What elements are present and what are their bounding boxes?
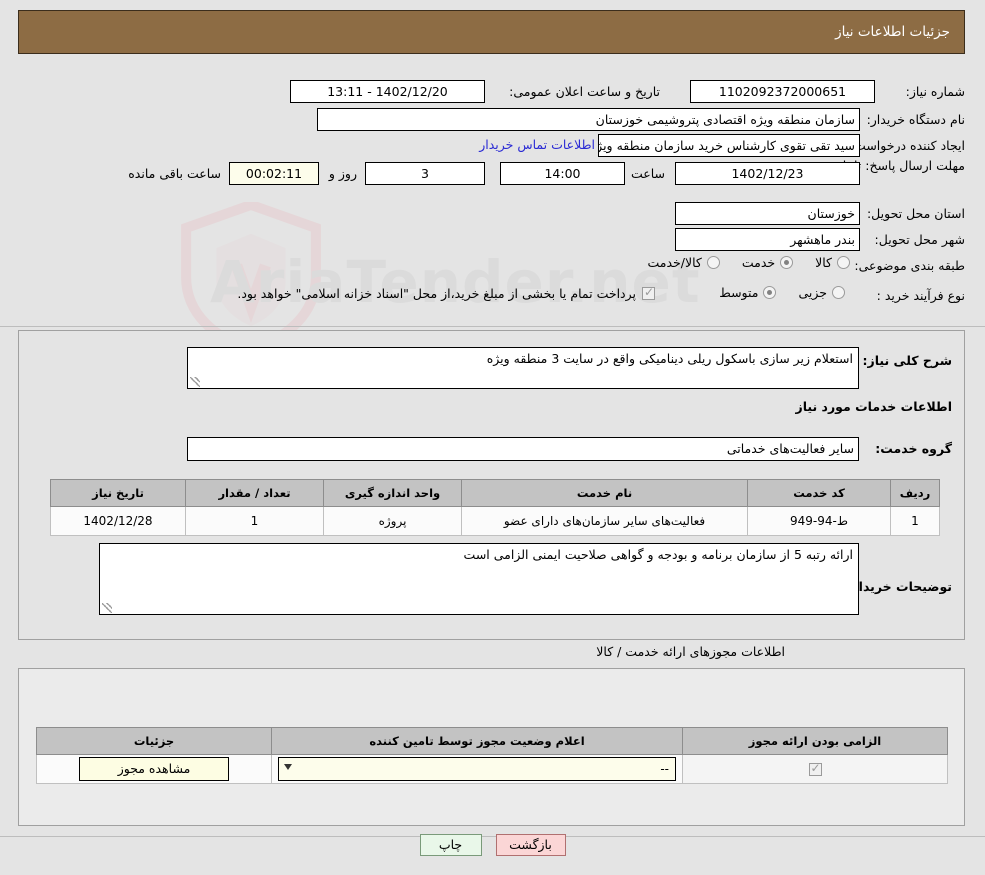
page-root: جزئیات اطلاعات نیاز AriaTender.net شماره… — [0, 0, 985, 875]
service-group-label: گروه خدمت: — [875, 441, 952, 456]
buyer-org-value[interactable]: سازمان منطقه ویژه اقتصادی پتروشیمی خوزست… — [317, 108, 860, 131]
creator-value[interactable]: سید تقی تقوی کارشناس خرید سازمان منطقه و… — [598, 134, 860, 157]
col-quantity: تعداد / مقدار — [186, 480, 324, 507]
buyer-notes-label: توضیحات خریدار: — [846, 579, 952, 594]
city-label: شهر محل تحویل: — [875, 232, 965, 247]
process-option-medium-label: متوسط — [719, 285, 758, 300]
cell-row-index: 1 — [891, 507, 940, 536]
col-row-index: ردیف — [891, 480, 940, 507]
print-button[interactable]: چاپ — [420, 834, 482, 856]
col-permit-details: جزئیات — [37, 728, 272, 755]
col-permit-required: الزامی بودن ارائه مجوز — [683, 728, 948, 755]
province-value[interactable]: خوزستان — [675, 202, 860, 225]
resize-grip-icon-notes[interactable] — [102, 603, 112, 613]
view-permit-button[interactable]: مشاهده مجوز — [79, 757, 229, 781]
table-row: 1 ط-94-949 فعالیت‌های سایر سازمان‌های دا… — [51, 507, 940, 536]
page-title: جزئیات اطلاعات نیاز — [835, 24, 964, 40]
table-row: -- مشاهده مجوز — [37, 755, 948, 784]
resize-grip-icon[interactable] — [190, 377, 200, 387]
announce-datetime-label: تاریخ و ساعت اعلان عمومی: — [509, 84, 660, 99]
category-option-goods-service-label: کالا/خدمت — [647, 255, 701, 270]
services-table: ردیف کد خدمت نام خدمت واحد اندازه گیری ت… — [50, 479, 940, 536]
cell-service-code: ط-94-949 — [748, 507, 891, 536]
summary-label: شرح کلی نیاز: — [863, 353, 952, 368]
need-info-panel: شماره نیاز: 1102092372000651 تاریخ و ساع… — [18, 62, 965, 324]
deadline-date-value[interactable]: 1402/12/23 — [675, 162, 860, 185]
permits-table-header-row: الزامی بودن ارائه مجوز اعلام وضعیت مجوز … — [37, 728, 948, 755]
province-label: استان محل تحویل: — [867, 206, 965, 221]
divider-top — [0, 326, 985, 327]
process-option-minor[interactable]: جزیی — [798, 285, 845, 300]
permit-status-select[interactable]: -- — [278, 757, 676, 781]
category-option-goods-service[interactable]: کالا/خدمت — [647, 255, 719, 270]
cell-permit-details: مشاهده مجوز — [37, 755, 272, 784]
category-option-service-label: خدمت — [742, 255, 775, 270]
summary-textarea[interactable]: استعلام زیر سازی باسکول ریلی دینامیکی وا… — [187, 347, 859, 389]
countdown-label: ساعت باقی مانده — [128, 166, 221, 181]
buyer-notes-value: ارائه رتبه 5 از سازمان برنامه و بودجه و … — [464, 547, 853, 562]
need-description-panel: شرح کلی نیاز: استعلام زیر سازی باسکول ری… — [18, 330, 965, 640]
col-need-date: تاریخ نیاز — [51, 480, 186, 507]
announce-datetime-value[interactable]: 1402/12/20 - 13:11 — [290, 80, 485, 103]
countdown-value: 00:02:11 — [229, 162, 319, 185]
category-option-service[interactable]: خدمت — [742, 255, 793, 270]
summary-value: استعلام زیر سازی باسکول ریلی دینامیکی وا… — [487, 351, 853, 366]
category-label: طبقه بندی موضوعی: — [854, 258, 965, 273]
process-option-minor-label: جزیی — [798, 285, 827, 300]
col-unit: واحد اندازه گیری — [324, 480, 462, 507]
back-button[interactable]: بازگشت — [496, 834, 566, 856]
deadline-hour-label: ساعت — [631, 166, 665, 181]
buyer-org-label: نام دستگاه خریدار: — [867, 112, 965, 127]
permit-required-checkbox — [809, 763, 822, 776]
chevron-down-icon — [284, 764, 292, 770]
need-number-value[interactable]: 1102092372000651 — [690, 80, 875, 103]
days-remaining-value[interactable]: 3 — [365, 162, 485, 185]
services-table-header-row: ردیف کد خدمت نام خدمت واحد اندازه گیری ت… — [51, 480, 940, 507]
col-service-code: کد خدمت — [748, 480, 891, 507]
buyer-contact-link[interactable]: اطلاعات تماس خریدار — [479, 137, 595, 152]
category-option-goods-label: کالا — [815, 255, 832, 270]
page-header: جزئیات اطلاعات نیاز — [18, 10, 965, 54]
radio-medium-icon[interactable] — [763, 286, 776, 299]
radio-goods-icon[interactable] — [837, 256, 850, 269]
treasury-docs-checkbox[interactable] — [642, 287, 655, 300]
need-number-label: شماره نیاز: — [906, 84, 965, 99]
cell-need-date: 1402/12/28 — [51, 507, 186, 536]
cell-service-name: فعالیت‌های سایر سازمان‌های دارای عضو — [462, 507, 748, 536]
services-info-title: اطلاعات خدمات مورد نیاز — [796, 399, 953, 414]
service-group-value[interactable]: سایر فعالیت‌های خدماتی — [187, 437, 859, 461]
cell-unit: پروژه — [324, 507, 462, 536]
permit-status-value: -- — [660, 762, 669, 776]
permits-table: الزامی بودن ارائه مجوز اعلام وضعیت مجوز … — [36, 727, 948, 784]
process-label: نوع فرآیند خرید : — [877, 288, 965, 303]
cell-permit-status: -- — [272, 755, 683, 784]
process-option-medium[interactable]: متوسط — [719, 285, 776, 300]
footer-actions: بازگشت چاپ — [0, 834, 985, 856]
creator-label: ایجاد کننده درخواست: — [850, 138, 965, 153]
col-permit-status: اعلام وضعیت مجوز توسط تامین کننده — [272, 728, 683, 755]
cell-quantity: 1 — [186, 507, 324, 536]
radio-minor-icon[interactable] — [832, 286, 845, 299]
days-separator-label: روز و — [329, 166, 357, 181]
deadline-hour-value[interactable]: 14:00 — [500, 162, 625, 185]
city-value[interactable]: بندر ماهشهر — [675, 228, 860, 251]
col-service-name: نام خدمت — [462, 480, 748, 507]
category-option-goods[interactable]: کالا — [815, 255, 850, 270]
radio-service-icon[interactable] — [780, 256, 793, 269]
cell-permit-required — [683, 755, 948, 784]
permits-section-label: اطلاعات مجوزهای ارائه خدمت / کالا — [596, 644, 785, 659]
treasury-docs-text: پرداخت تمام یا بخشی از مبلغ خرید،از محل … — [237, 286, 636, 301]
permits-panel: الزامی بودن ارائه مجوز اعلام وضعیت مجوز … — [18, 668, 965, 826]
buyer-notes-textarea[interactable]: ارائه رتبه 5 از سازمان برنامه و بودجه و … — [99, 543, 859, 615]
radio-goods-service-icon[interactable] — [707, 256, 720, 269]
